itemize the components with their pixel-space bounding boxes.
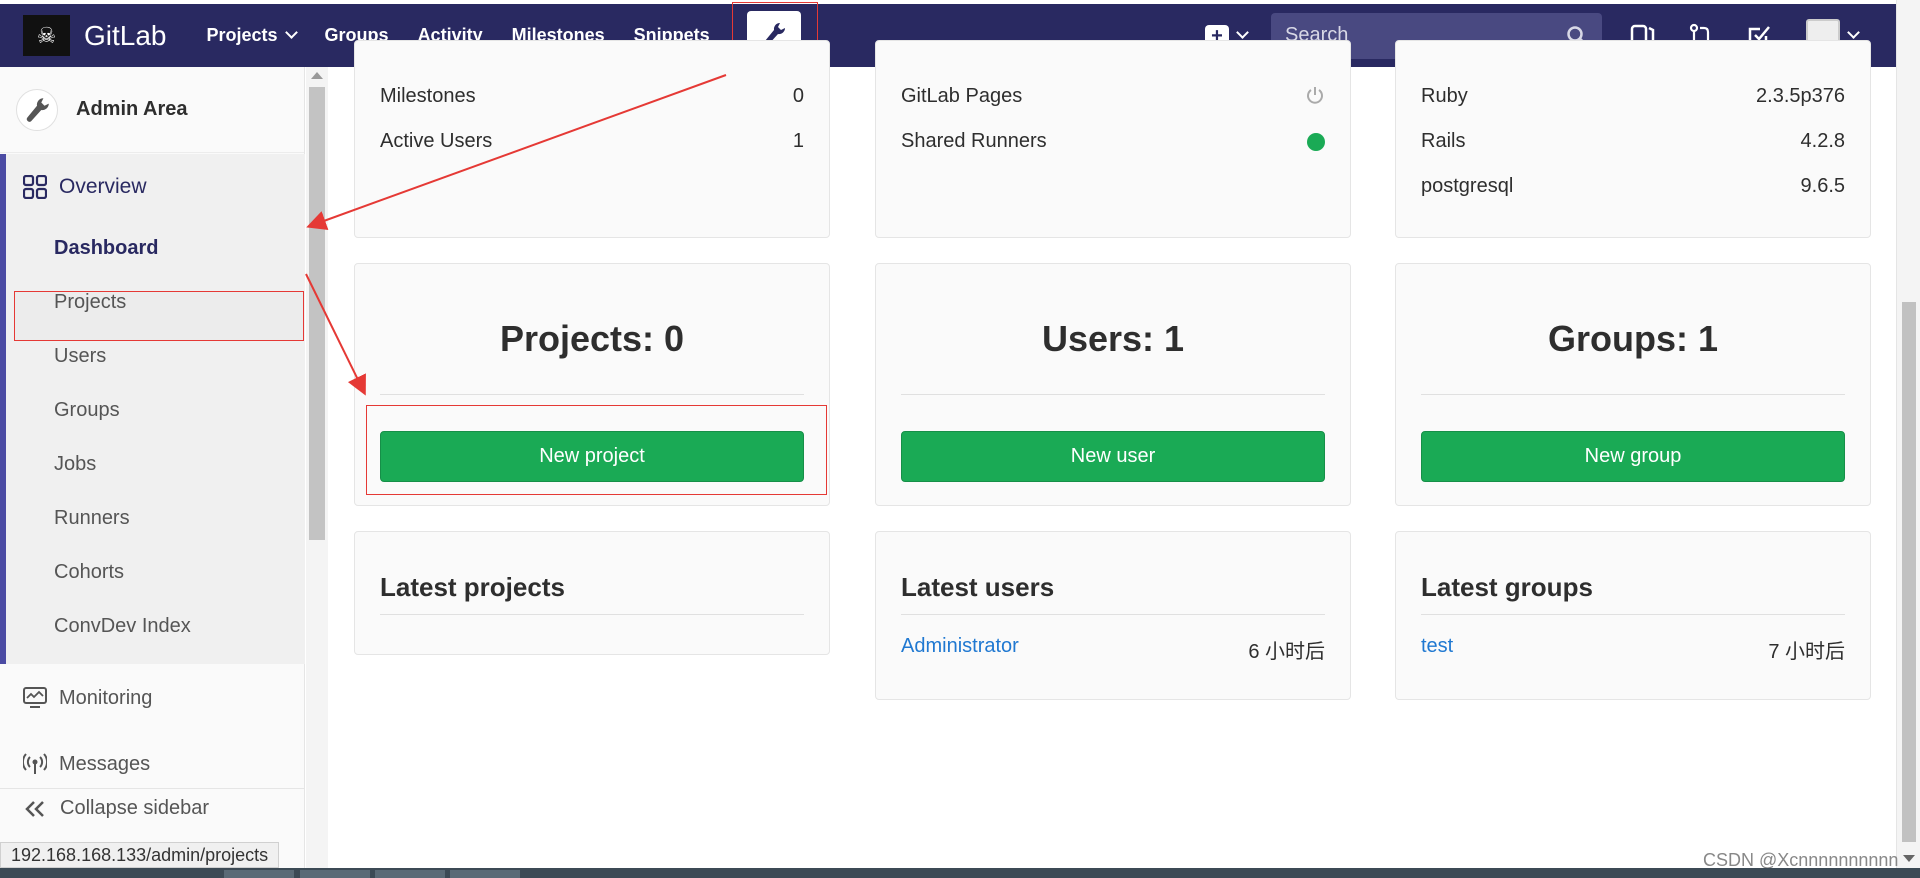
features-card: GitLab Pages Shared Runners <box>875 40 1351 238</box>
power-icon <box>1307 87 1323 104</box>
component-version: 2.3.5p376 <box>1756 85 1845 107</box>
divider <box>380 394 804 395</box>
component-row: Ruby 2.3.5p376 <box>1421 85 1845 108</box>
component-version: 4.2.8 <box>1800 130 1845 152</box>
new-user-button[interactable]: New user <box>901 431 1325 482</box>
feature-label: Shared Runners <box>901 130 1047 152</box>
admin-sidebar: Admin Area Overview Dashboard Projects U… <box>0 67 305 878</box>
scroll-up-icon[interactable] <box>311 72 323 79</box>
sidebar-subitem-users[interactable]: Users <box>54 345 106 368</box>
new-project-highlight <box>366 405 827 495</box>
component-row: postgresql 9.6.5 <box>1421 175 1845 198</box>
nav-projects-label: Projects <box>206 25 278 45</box>
sidebar-subitem-groups[interactable]: Groups <box>54 399 120 422</box>
component-version: 9.6.5 <box>1800 175 1845 197</box>
scroll-down-icon[interactable] <box>1903 855 1915 862</box>
users-count: Users: 1 <box>1041 318 1185 359</box>
latest-users-title: Latest users <box>901 572 1055 602</box>
sidebar-header[interactable]: Admin Area <box>0 67 304 153</box>
component-row: Rails 4.2.8 <box>1421 130 1845 153</box>
chevron-down-icon <box>1847 26 1860 39</box>
taskbar-item[interactable] <box>450 870 520 878</box>
stat-value: 0 <box>792 85 804 107</box>
link-status-bar: 192.168.168.133/admin/projects <box>0 842 280 868</box>
sidebar-subitem-runners[interactable]: Runners <box>54 507 130 530</box>
stat-label: Milestones <box>380 85 476 107</box>
collapse-sidebar-label: Collapse sidebar <box>60 797 209 819</box>
nav-projects[interactable]: Projects <box>206 25 298 46</box>
latest-projects-card: Latest projects <box>354 531 830 655</box>
wrench-icon <box>16 88 58 131</box>
timestamp: 6 小时后 <box>1248 641 1325 663</box>
groups-count-card: Groups: 1 New group <box>1395 263 1871 506</box>
taskbar-item[interactable] <box>300 870 370 878</box>
sidebar-subitem-cohorts[interactable]: Cohorts <box>54 561 124 584</box>
sidebar-item-label: Overview <box>59 175 147 198</box>
status-enabled-icon <box>1307 133 1325 151</box>
sidebar-subitem-projects[interactable]: Projects <box>54 291 126 314</box>
list-item: Administrator 6 小时后 <box>901 635 1325 664</box>
component-label: Rails <box>1421 130 1466 152</box>
sidebar-subitem-dashboard[interactable]: Dashboard <box>54 237 158 260</box>
group-link[interactable]: test <box>1421 635 1453 664</box>
sidebar-subitem-convdev-index[interactable]: ConvDev Index <box>54 615 191 638</box>
feature-row: Shared Runners <box>901 130 1325 153</box>
divider <box>1421 614 1845 615</box>
components-card: Ruby 2.3.5p376 Rails 4.2.8 postgresql 9.… <box>1395 40 1871 238</box>
page-scrollbar-thumb[interactable] <box>1902 302 1916 842</box>
gitlab-logo-icon: ☠ <box>23 15 70 56</box>
feature-row: GitLab Pages <box>901 85 1325 108</box>
component-label: postgresql <box>1421 175 1514 197</box>
stat-row: Milestones 0 <box>380 85 804 108</box>
timestamp: 7 小时后 <box>1768 641 1845 663</box>
broadcast-icon <box>23 753 47 774</box>
stat-label: Active Users <box>380 130 493 152</box>
sidebar-item-overview[interactable]: Overview <box>23 175 147 199</box>
sidebar-title: Admin Area <box>76 98 188 120</box>
taskbar-item[interactable] <box>375 870 445 878</box>
collapse-sidebar-button[interactable]: Collapse sidebar <box>0 788 305 828</box>
divider <box>1421 394 1845 395</box>
sidebar-item-monitoring[interactable]: Monitoring <box>0 668 305 728</box>
chevron-down-icon <box>1236 26 1249 39</box>
sidebar-subitem-jobs[interactable]: Jobs <box>54 453 96 476</box>
brand-name: GitLab <box>84 19 167 51</box>
list-item: test 7 小时后 <box>1421 635 1845 664</box>
groups-count: Groups: 1 <box>1547 318 1718 359</box>
latest-users-card: Latest users Administrator 6 小时后 <box>875 531 1351 700</box>
stats-card: Milestones 0 Active Users 1 <box>354 40 830 238</box>
stat-value: 1 <box>792 130 804 152</box>
grid-icon <box>23 175 47 199</box>
sidebar-section-overview: Overview <box>0 154 305 664</box>
latest-projects-title: Latest projects <box>380 572 565 602</box>
double-chevron-left-icon <box>25 800 44 817</box>
page-scrollbar[interactable] <box>1896 0 1920 878</box>
projects-count: Projects: 0 <box>499 318 685 359</box>
sidebar-item-label: Monitoring <box>59 686 153 709</box>
feature-label: GitLab Pages <box>901 85 1023 107</box>
brand[interactable]: ☠ GitLab <box>23 15 167 56</box>
stat-row: Active Users 1 <box>380 130 804 153</box>
chevron-down-icon <box>284 26 298 39</box>
user-link[interactable]: Administrator <box>901 635 1019 664</box>
users-count-card: Users: 1 New user <box>875 263 1351 506</box>
monitor-icon <box>23 687 47 708</box>
new-group-button[interactable]: New group <box>1421 431 1845 482</box>
sidebar-scrollbar[interactable] <box>306 67 328 878</box>
latest-groups-card: Latest groups test 7 小时后 <box>1395 531 1871 700</box>
taskbar-item[interactable] <box>224 870 294 878</box>
component-label: Ruby <box>1421 85 1468 107</box>
sidebar-scrollbar-thumb[interactable] <box>309 87 325 540</box>
divider <box>901 394 1325 395</box>
sidebar-item-label: Messages <box>59 752 151 775</box>
divider <box>901 614 1325 615</box>
divider <box>380 614 804 615</box>
sidebar-item-messages[interactable]: Messages <box>0 734 305 794</box>
latest-groups-title: Latest groups <box>1421 572 1593 602</box>
